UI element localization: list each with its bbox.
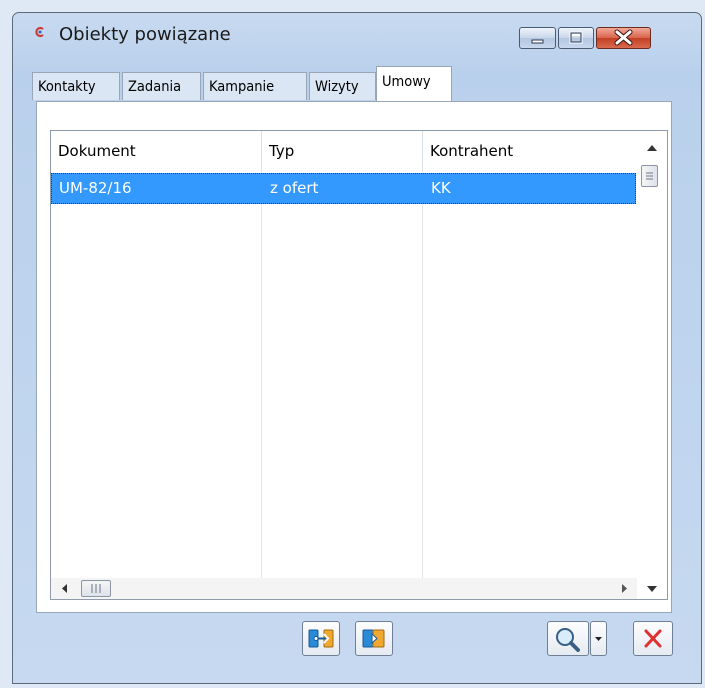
tab-kampanie[interactable]: Kampanie [203,72,307,100]
tab-label: Zadania [128,79,182,95]
chevron-down-icon [595,637,602,641]
horizontal-scrollbar[interactable] [51,578,637,599]
vertical-scrollbar[interactable] [637,131,667,578]
tab-label: Kampanie [209,79,275,95]
column-header-typ[interactable]: Typ [262,131,423,167]
link-icon [308,629,334,648]
search-options-dropdown[interactable] [590,621,607,656]
scroll-right-icon[interactable] [615,578,635,599]
link-document-button[interactable] [302,621,340,656]
scroll-down-icon[interactable] [637,578,667,599]
search-icon [556,628,580,652]
scroll-left-icon[interactable] [55,578,75,599]
cell-dokument: UM-82/16 [59,179,132,197]
documents-table[interactable]: Dokument Typ Kontrahent UM-82/16 z ofert… [50,130,668,600]
header-label: Kontrahent [430,142,514,160]
horizontal-scroll-thumb[interactable] [81,580,111,597]
title-bar[interactable]: Obiekty powiązane [13,13,701,53]
maximize-button[interactable] [558,27,594,49]
minimize-button[interactable] [519,27,556,49]
search-button[interactable] [547,621,589,656]
table-row[interactable]: UM-82/16 z ofert KK [51,173,636,204]
delete-icon [644,629,662,648]
header-label: Dokument [58,142,136,160]
tab-zadania[interactable]: Zadania [122,72,201,100]
header-label: Typ [269,142,295,160]
open-document-button[interactable] [355,621,393,656]
vertical-scroll-thumb[interactable] [641,165,658,187]
tab-label: Kontakty [38,79,96,95]
grip-icon [646,172,653,180]
window-title: Obiekty powiązane [59,24,231,45]
tab-umowy[interactable]: Umowy [376,66,452,101]
close-icon [614,29,633,46]
cell-typ: z ofert [270,179,319,197]
column-header-dokument[interactable]: Dokument [51,131,262,167]
column-divider [51,167,262,578]
app-icon [35,27,44,37]
column-header-kontrahent[interactable]: Kontrahent [423,131,637,167]
tab-label: Wizyty [315,79,359,95]
column-divider [262,167,423,578]
tab-label: Umowy [382,74,431,90]
scroll-up-icon[interactable] [637,133,667,163]
minimize-icon [531,39,544,44]
unlink-icon [362,629,385,648]
close-button[interactable] [596,27,651,49]
grip-icon [91,584,101,593]
tab-wizyty[interactable]: Wizyty [309,72,376,100]
tab-kontakty[interactable]: Kontakty [32,72,120,100]
maximize-icon [569,31,583,44]
delete-button[interactable] [633,621,673,656]
cell-kontrahent: KK [431,179,451,197]
